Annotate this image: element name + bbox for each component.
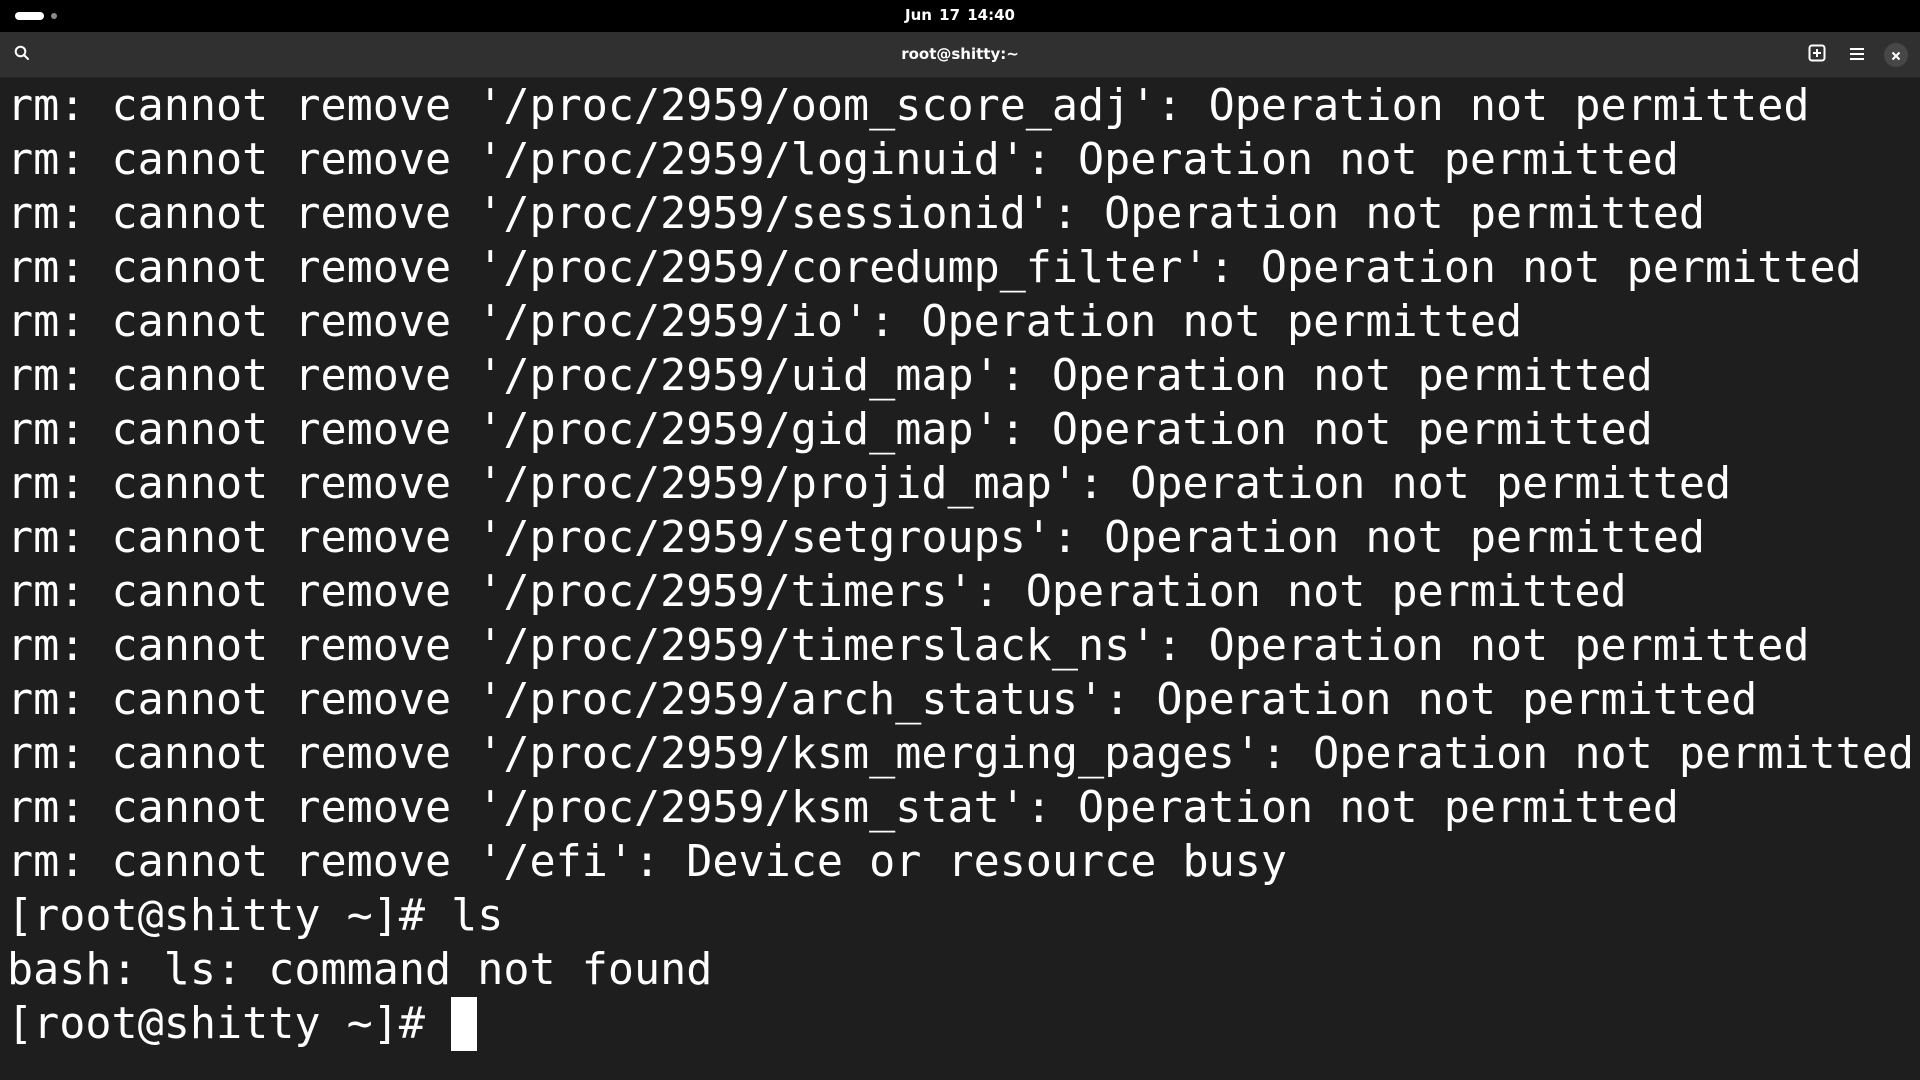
hamburger-menu-icon: [1849, 46, 1865, 65]
terminal-line: rm: cannot remove '/efi': Device or reso…: [7, 837, 1288, 887]
main-menu-button[interactable]: [1842, 32, 1872, 78]
terminal-cursor: [451, 997, 478, 1051]
terminal-line: rm: cannot remove '/proc/2959/timerslack…: [7, 621, 1810, 671]
new-tab-icon: [1808, 44, 1826, 66]
terminal-header-bar: root@shitty:~: [0, 32, 1920, 78]
window-title: root@shitty:~: [901, 45, 1019, 63]
terminal-line: rm: cannot remove '/proc/2959/arch_statu…: [7, 675, 1758, 725]
system-top-bar: Jun 17 14:40: [0, 0, 1920, 32]
terminal-line: rm: cannot remove '/proc/2959/oom_score_…: [7, 81, 1810, 131]
terminal-output[interactable]: rm: cannot remove '/proc/2959/oom_score_…: [0, 79, 1920, 1080]
terminal-line: rm: cannot remove '/proc/2959/uid_map': …: [7, 351, 1653, 401]
search-button[interactable]: [8, 32, 36, 78]
new-tab-button[interactable]: [1802, 32, 1832, 78]
terminal-line: [root@shitty ~]# ls: [7, 891, 504, 941]
terminal-line: rm: cannot remove '/proc/2959/coredump_f…: [7, 243, 1862, 293]
terminal-line: rm: cannot remove '/proc/2959/gid_map': …: [7, 405, 1653, 455]
close-window-button[interactable]: [1881, 32, 1911, 78]
terminal-line: rm: cannot remove '/proc/2959/sessionid'…: [7, 189, 1706, 239]
terminal-line: bash: ls: command not found: [7, 945, 713, 995]
terminal-line: rm: cannot remove '/proc/2959/io': Opera…: [7, 297, 1523, 347]
terminal-line: rm: cannot remove '/proc/2959/ksm_stat':…: [7, 783, 1679, 833]
terminal-line: rm: cannot remove '/proc/2959/timers': O…: [7, 567, 1627, 617]
terminal-line: rm: cannot remove '/proc/2959/projid_map…: [7, 459, 1732, 509]
terminal-line: rm: cannot remove '/proc/2959/setgroups'…: [7, 513, 1706, 563]
terminal-prompt-line[interactable]: [root@shitty ~]#: [0, 997, 1920, 1051]
search-icon: [14, 45, 30, 65]
close-icon: [1891, 46, 1901, 65]
terminal-line: rm: cannot remove '/proc/2959/loginuid':…: [7, 135, 1679, 185]
terminal-line: rm: cannot remove '/proc/2959/ksm_mergin…: [7, 729, 1915, 779]
shell-prompt: [root@shitty ~]#: [7, 999, 452, 1049]
clock[interactable]: Jun 17 14:40: [0, 0, 1920, 32]
